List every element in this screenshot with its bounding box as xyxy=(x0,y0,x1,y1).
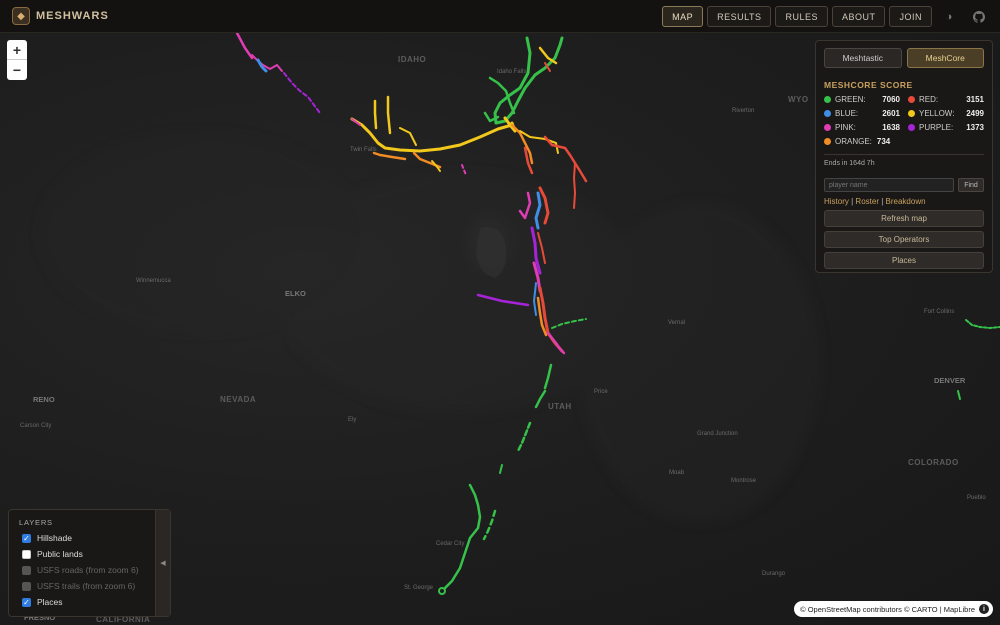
collapse-arrow-icon[interactable]: ◀ xyxy=(155,510,170,616)
map-attribution: © OpenStreetMap contributors © CARTO | M… xyxy=(794,601,993,617)
info-icon[interactable]: i xyxy=(979,604,989,614)
top-bar: ◆ MESHWARS MAP RESULTS RULES ABOUT JOIN … xyxy=(0,0,1000,33)
label-grand-junction: Grand Junction xyxy=(697,431,738,437)
shield-logo-icon: ◆ xyxy=(12,7,30,25)
score-panel: Meshtastic MeshCore MESHCORE SCORE GREEN… xyxy=(815,40,993,273)
layers-title: LAYERS xyxy=(19,518,53,527)
layer-usfs-roads: USFS roads (from zoom 6) xyxy=(22,565,139,575)
layer-public-lands[interactable]: Public lands xyxy=(22,549,83,559)
team-score-orange: ORANGE: 734 xyxy=(824,137,900,146)
label-winnemucca: Winnemucca xyxy=(136,278,171,284)
season-ends-text: Ends in 164d 7h xyxy=(824,160,875,167)
team-score-purple: PURPLE: 1373 xyxy=(908,123,984,132)
layer-hillshade[interactable]: ✓ Hillshade xyxy=(22,533,72,543)
label-reno: RENO xyxy=(33,395,55,404)
theme-toggle-icon[interactable]: ◑ xyxy=(936,6,962,27)
label-durango: Durango xyxy=(762,571,786,577)
zoom-in-button[interactable]: + xyxy=(7,40,27,60)
label-fort-collins: Fort Collins xyxy=(924,309,955,315)
brand-title: MESHWARS xyxy=(36,10,109,22)
team-scores: GREEN: 7060 RED: 3151 BLUE: 2601 YELLOW: 249… xyxy=(824,95,984,146)
nav-rules-button[interactable]: RULES xyxy=(775,6,828,27)
label-riverton: Riverton xyxy=(732,108,755,114)
team-color-dot xyxy=(824,96,831,103)
label-pueblo: Pueblo xyxy=(967,495,986,501)
team-color-dot xyxy=(908,110,915,117)
nav-results-button[interactable]: RESULTS xyxy=(707,6,772,27)
team-color-dot xyxy=(824,138,831,145)
team-color-dot xyxy=(824,110,831,117)
label-twin-falls: Twin Falls xyxy=(350,147,377,153)
team-score-yellow: YELLOW: 2499 xyxy=(908,109,984,118)
history-link[interactable]: History xyxy=(824,197,849,206)
label-carson-city: Carson City xyxy=(20,423,52,429)
label-vernal: Vernal xyxy=(668,320,686,326)
nav-about-button[interactable]: ABOUT xyxy=(831,6,886,27)
find-button[interactable]: Find xyxy=(958,178,984,192)
team-color-dot xyxy=(908,124,915,131)
divider xyxy=(824,154,984,155)
score-title: MESHCORE SCORE xyxy=(824,80,913,90)
label-moab: Moab xyxy=(669,470,685,476)
label-price: Price xyxy=(594,389,608,395)
team-color-dot xyxy=(908,96,915,103)
team-score-red: RED: 3151 xyxy=(908,95,984,104)
label-cedar-city: Cedar City xyxy=(436,541,465,547)
team-color-dot xyxy=(824,124,831,131)
label-idaho-falls: Idaho Falls xyxy=(497,69,527,75)
breakdown-link[interactable]: Breakdown xyxy=(886,197,926,206)
zoom-controls: + − xyxy=(7,40,27,80)
label-ely: Ely xyxy=(348,417,357,423)
label-utah: UTAH xyxy=(548,402,572,411)
nav-join-button[interactable]: JOIN xyxy=(889,6,932,27)
github-icon[interactable] xyxy=(966,6,992,27)
team-score-pink: PINK: 1638 xyxy=(824,123,900,132)
label-nevada: NEVADA xyxy=(220,395,257,404)
attribution-text: © OpenStreetMap contributors © CARTO | M… xyxy=(800,604,975,614)
label-denver: DENVER xyxy=(934,376,966,385)
label-colorado: COLORADO xyxy=(908,458,959,467)
team-score-blue: BLUE: 2601 xyxy=(824,109,900,118)
mode-meshcore-button[interactable]: MeshCore xyxy=(906,48,984,68)
label-elko: ELKO xyxy=(285,289,306,298)
top-operators-button[interactable]: Top Operators xyxy=(824,231,984,248)
checkbox-checked-icon[interactable]: ✓ xyxy=(22,597,31,607)
main-nav: MAP RESULTS RULES ABOUT JOIN ◑ xyxy=(662,6,992,27)
checkbox-disabled-icon xyxy=(22,565,31,575)
layer-places[interactable]: ✓ Places xyxy=(22,597,63,607)
find-player-row: Find xyxy=(824,178,984,192)
label-montrose: Montrose xyxy=(731,478,757,484)
checkbox-unchecked-icon[interactable] xyxy=(22,549,31,559)
mode-meshtastic-button[interactable]: Meshtastic xyxy=(824,48,902,68)
checkbox-disabled-icon xyxy=(22,581,31,591)
layers-panel: LAYERS ✓ Hillshade Public lands USFS road… xyxy=(8,509,171,617)
player-name-input[interactable] xyxy=(824,178,954,192)
refresh-map-button[interactable]: Refresh map xyxy=(824,210,984,227)
roster-link[interactable]: Roster xyxy=(855,197,879,206)
team-score-green: GREEN: 7060 xyxy=(824,95,900,104)
mode-switch: Meshtastic MeshCore xyxy=(824,48,984,68)
layer-usfs-trails: USFS trails (from zoom 6) xyxy=(22,581,135,591)
label-idaho: IDAHO xyxy=(398,55,427,64)
label-st-george: St. George xyxy=(404,585,434,591)
panel-links: History | Roster | Breakdown xyxy=(824,197,926,206)
zoom-out-button[interactable]: − xyxy=(7,60,27,80)
places-button[interactable]: Places xyxy=(824,252,984,269)
checkbox-checked-icon[interactable]: ✓ xyxy=(22,533,31,543)
nav-map-button[interactable]: MAP xyxy=(662,6,704,27)
label-wyoming: WYO xyxy=(788,95,809,104)
